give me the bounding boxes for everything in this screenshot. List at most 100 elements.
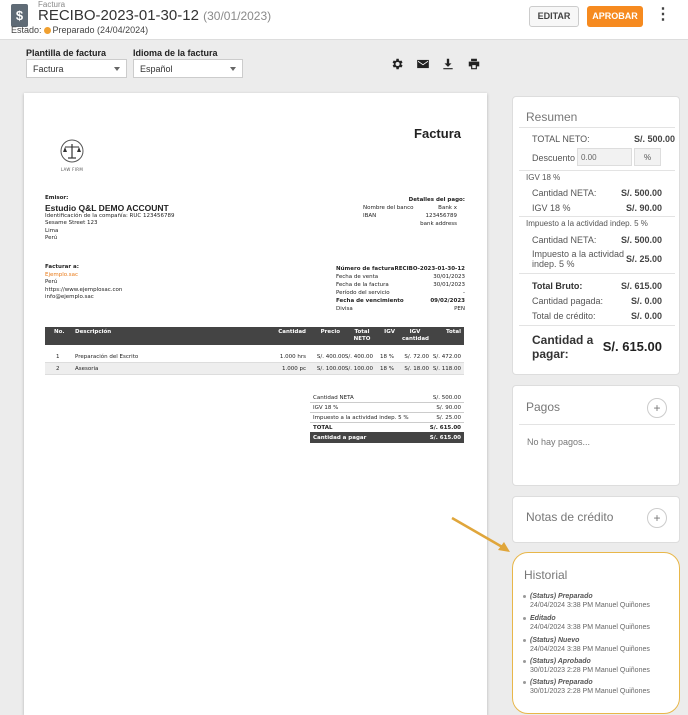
invoice-number-label: Número de factura (336, 266, 395, 272)
invoice-date-label: Fecha de la factura (336, 282, 389, 288)
credit-row: Total de crédito: S/. 0.00 (532, 311, 662, 321)
net-amount2-value: S/. 500.00 (620, 235, 662, 245)
divider (519, 273, 675, 274)
approve-button[interactable]: APROBAR (587, 6, 643, 27)
bill-to-label: Facturar a: (45, 264, 79, 270)
bill-to-block: Facturar a: Ejemplo.sac Perú https://www… (45, 264, 122, 302)
history-title: Historial (524, 568, 568, 582)
gross-label: Total Bruto: (532, 281, 583, 291)
row-description: Asesoria (75, 366, 99, 372)
net-amount2-row: Cantidad NETA: S/. 500.00 (532, 235, 662, 245)
history-action: (Status) Preparado (530, 679, 593, 686)
due-date-label: Fecha de vencimiento (336, 298, 404, 304)
tax-section-label: Impuesto a la actividad indep. 5 % (526, 219, 648, 228)
row-price: S/. 100.00 (316, 366, 345, 372)
igv-section-label: IGV 18 % (526, 173, 561, 182)
history-item: (Status) Aprobado 30/01/2023 2:28 PM Manu… (523, 657, 650, 675)
iban-value: 123456789 (425, 213, 458, 219)
bank-name-value: Bank x (438, 205, 457, 211)
summary-panel: Resumen TOTAL NETO: S/. 500.00 Descuento … (512, 96, 680, 375)
credit-notes-panel: Notas de crédito + (512, 496, 680, 543)
divider (519, 127, 675, 128)
tax-value: S/. 25.00 (625, 254, 662, 264)
logo-caption: LAW FIRM (60, 167, 84, 172)
more-options-icon[interactable]: ⋮ (655, 6, 671, 26)
igv-value: S/. 90.00 (625, 203, 662, 213)
company-city: Lima (45, 227, 59, 234)
totals-value: S/. 90.00 (436, 405, 461, 411)
gear-icon[interactable] (390, 57, 404, 71)
totals-label: Impuesto a la actividad indep. 5 % (313, 415, 409, 421)
history-item: (Status) Preparado 30/01/2023 2:28 PM Man… (523, 678, 650, 696)
payments-panel: Pagos + No hay pagos... (512, 385, 680, 486)
net-amount-value: S/. 500.00 (620, 188, 662, 198)
no-payments-text: No hay pagos... (527, 437, 591, 447)
history-action: (Status) Nuevo (530, 637, 580, 644)
download-icon[interactable] (441, 57, 455, 71)
col-total: Total (445, 329, 461, 335)
client-email: info@ejemplo.sac (45, 294, 94, 300)
language-label: Idioma de la factura (133, 48, 218, 58)
status-label: Estado: (11, 25, 42, 35)
add-credit-note-button[interactable]: + (647, 508, 667, 528)
igv-label: IGV 18 % (532, 203, 571, 213)
summary-title: Resumen (526, 110, 578, 124)
col-igv: IGV (384, 329, 395, 335)
template-label: Plantilla de factura (26, 48, 107, 58)
totals-row-total: TOTAL S/. 615.00 (310, 423, 464, 433)
chevron-down-icon (230, 67, 236, 71)
row-igv-amount: S/. 18.00 (404, 366, 429, 372)
discount-unit-select[interactable]: % (634, 148, 661, 166)
row-igv-amount: S/. 72.00 (404, 354, 429, 360)
history-action: (Status) Aprobado (530, 658, 591, 665)
company-id: Identificación de la compañía: RUC 12345… (45, 212, 175, 219)
history-meta: 24/04/2024 3:38 PM Manuel Quiñones (530, 646, 650, 653)
mail-icon[interactable] (416, 57, 430, 71)
print-icon[interactable] (467, 57, 481, 71)
bullet-icon (523, 681, 526, 684)
bullet-icon (523, 617, 526, 620)
row-no: 2 (56, 366, 60, 372)
edit-button[interactable]: EDITAR (529, 6, 579, 27)
gross-row: Total Bruto: S/. 615.00 (532, 281, 662, 291)
items-table: No. Descripción Cantidad Precio Total NE… (45, 327, 464, 375)
discount-input[interactable]: 0.00 (577, 148, 632, 166)
invoice-preview: Factura LAW FIRM Emisor: Estudio Q&L DEM… (24, 93, 487, 715)
template-select[interactable]: Factura (26, 59, 127, 78)
history-action: Editado (530, 615, 556, 622)
invoice-number-title: RECIBO-2023-01-30-12 (38, 7, 199, 24)
paid-row: Cantidad pagada: S/. 0.00 (532, 296, 662, 306)
history-panel: Historial (Status) Preparado 24/04/2024 3… (512, 552, 680, 714)
row-igv: 18 % (380, 366, 394, 372)
annotation-arrow-icon (451, 516, 510, 552)
net-amount-label: Cantidad NETA: (532, 188, 597, 198)
add-payment-button[interactable]: + (647, 398, 667, 418)
col-description: Descripción (75, 329, 112, 335)
row-quantity: 1.000 pc (281, 366, 306, 372)
invoice-totals: Cantidad NETA S/. 500.00 IGV 18 % S/. 90.0… (310, 393, 464, 443)
totals-value: S/. 25.00 (436, 415, 461, 421)
row-total-net: S/. 100.00 (344, 366, 373, 372)
paid-label: Cantidad pagada: (532, 296, 604, 306)
payments-title: Pagos (526, 400, 561, 414)
totals-row-amount-due: Cantidad a pagar S/. 615.00 (310, 433, 464, 443)
invoice-dollar-icon: $ (11, 4, 28, 27)
row-igv: 18 % (380, 354, 394, 360)
row-description: Preparación del Escrito (75, 354, 139, 360)
total-net-label: TOTAL NETO: (532, 134, 590, 144)
language-select[interactable]: Español (133, 59, 243, 78)
totals-row: IGV 18 % S/. 90.00 (310, 403, 464, 413)
table-row: 1 Preparación del Escrito 1.000 hrs S/. … (45, 351, 464, 363)
service-period-value: - (463, 290, 465, 296)
row-total-net: S/. 400.00 (344, 354, 373, 360)
history-meta: 30/01/2023 2:28 PM Manuel Quiñones (530, 667, 650, 674)
history-meta: 24/04/2024 3:38 PM Manuel Quiñones (530, 602, 650, 609)
page-title: RECIBO-2023-01-30-12 (30/01/2023) (38, 7, 271, 24)
divider (519, 170, 675, 171)
totals-label: IGV 18 % (313, 405, 339, 411)
iban-label: IBAN (363, 213, 377, 219)
history-meta: 24/04/2024 3:38 PM Manuel Quiñones (530, 624, 650, 631)
amount-due-row: Cantidad a pagar: S/. 615.00 (532, 333, 662, 361)
row-quantity: 1.000 hrs (279, 354, 306, 360)
sale-date-value: 30/01/2023 (433, 274, 465, 280)
